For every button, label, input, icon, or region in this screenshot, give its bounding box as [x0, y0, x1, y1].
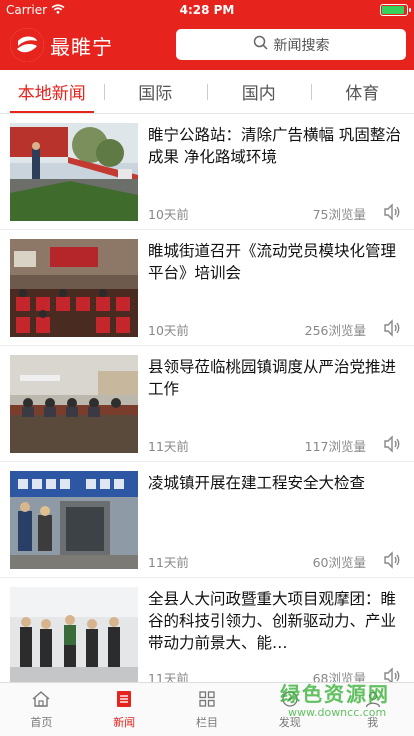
nav-label: 新闻	[113, 715, 136, 729]
status-time: 4:28 PM	[179, 3, 235, 17]
tab-local-news[interactable]: 本地新闻	[0, 70, 104, 113]
news-time-ago: 11天前	[148, 555, 189, 570]
watermark-title: 绿色资源网	[280, 682, 390, 706]
app-bar: 最睢宁 新闻搜索	[0, 20, 414, 70]
news-title: 睢宁公路站：清除广告横幅 巩固整治成果 净化路域环境	[148, 126, 401, 166]
tab-label: 体育	[345, 84, 380, 104]
app-logo: 最睢宁	[10, 28, 113, 62]
news-thumbnail	[10, 239, 138, 337]
news-view-count: 60浏览量	[312, 555, 366, 570]
speaker-icon[interactable]	[382, 202, 402, 225]
news-item[interactable]: 睢宁公路站：清除广告横幅 巩固整治成果 净化路域环境 10天前 75浏览量	[0, 114, 414, 230]
nav-label: 栏目	[195, 715, 218, 729]
news-view-count: 117浏览量	[304, 439, 366, 454]
nav-columns[interactable]: 栏目	[166, 683, 249, 736]
tab-domestic[interactable]: 国内	[207, 70, 311, 113]
news-meta: 11天前 60浏览量	[148, 550, 404, 573]
news-title: 全县人大问政暨重大项目观摩团：睢谷的科技引领力、创新驱动力、产业带动力前景大、能…	[148, 590, 397, 652]
nav-news[interactable]: 新闻	[83, 683, 166, 736]
news-title: 睢城街道召开《流动党员模块化管理平台》培训会	[148, 242, 397, 282]
tab-sports[interactable]: 体育	[310, 70, 414, 113]
search-box[interactable]: 新闻搜索	[176, 29, 406, 60]
news-title: 县领导莅临桃园镇调度从严治党推进工作	[148, 358, 397, 398]
news-time-ago: 11天前	[148, 439, 189, 454]
news-meta: 10天前 75浏览量	[148, 202, 404, 225]
watermark: 绿色资源网 www.downcc.com	[274, 676, 408, 724]
home-icon	[31, 690, 51, 711]
news-thumbnail	[10, 123, 138, 221]
news-thumbnail	[10, 471, 138, 569]
search-placeholder: 新闻搜索	[273, 37, 330, 54]
tab-label: 国际	[138, 84, 173, 104]
speaker-icon[interactable]	[382, 318, 402, 341]
news-item[interactable]: 睢城街道召开《流动党员模块化管理平台》培训会 10天前 256浏览量	[0, 230, 414, 346]
news-view-count: 256浏览量	[304, 323, 366, 338]
app-header: Carrier 4:28 PM 最睢宁 新闻搜索	[0, 0, 414, 70]
category-tabs: 本地新闻 国际 国内 体育	[0, 70, 414, 114]
news-view-count: 75浏览量	[312, 207, 366, 222]
tab-international[interactable]: 国际	[103, 70, 208, 113]
news-list: 睢宁公路站：清除广告横幅 巩固整治成果 净化路域环境 10天前 75浏览量 睢城…	[0, 114, 414, 694]
news-time-ago: 10天前	[148, 207, 189, 222]
watermark-url: www.downcc.com	[288, 706, 387, 719]
news-item[interactable]: 凌城镇开展在建工程安全大检查 11天前 60浏览量	[0, 462, 414, 578]
logo-icon	[10, 28, 44, 62]
tab-label: 本地新闻	[17, 84, 86, 104]
news-title: 凌城镇开展在建工程安全大检查	[148, 474, 366, 492]
speaker-icon[interactable]	[382, 434, 402, 457]
battery-icon	[380, 4, 411, 16]
nav-home[interactable]: 首页	[0, 683, 83, 736]
status-bar: Carrier 4:28 PM	[0, 0, 414, 20]
news-thumbnail	[10, 587, 138, 685]
news-thumbnail	[10, 355, 138, 453]
nav-label: 首页	[30, 715, 53, 729]
search-icon	[253, 35, 268, 54]
news-icon	[115, 690, 133, 711]
tab-label: 国内	[241, 84, 276, 104]
app-name: 最睢宁	[50, 34, 113, 59]
speaker-icon[interactable]	[382, 550, 402, 573]
news-meta: 10天前 256浏览量	[148, 318, 404, 341]
grid-icon	[198, 690, 216, 711]
news-time-ago: 10天前	[148, 323, 189, 338]
news-item[interactable]: 县领导莅临桃园镇调度从严治党推进工作 11天前 117浏览量	[0, 346, 414, 462]
news-meta: 11天前 117浏览量	[148, 434, 404, 457]
